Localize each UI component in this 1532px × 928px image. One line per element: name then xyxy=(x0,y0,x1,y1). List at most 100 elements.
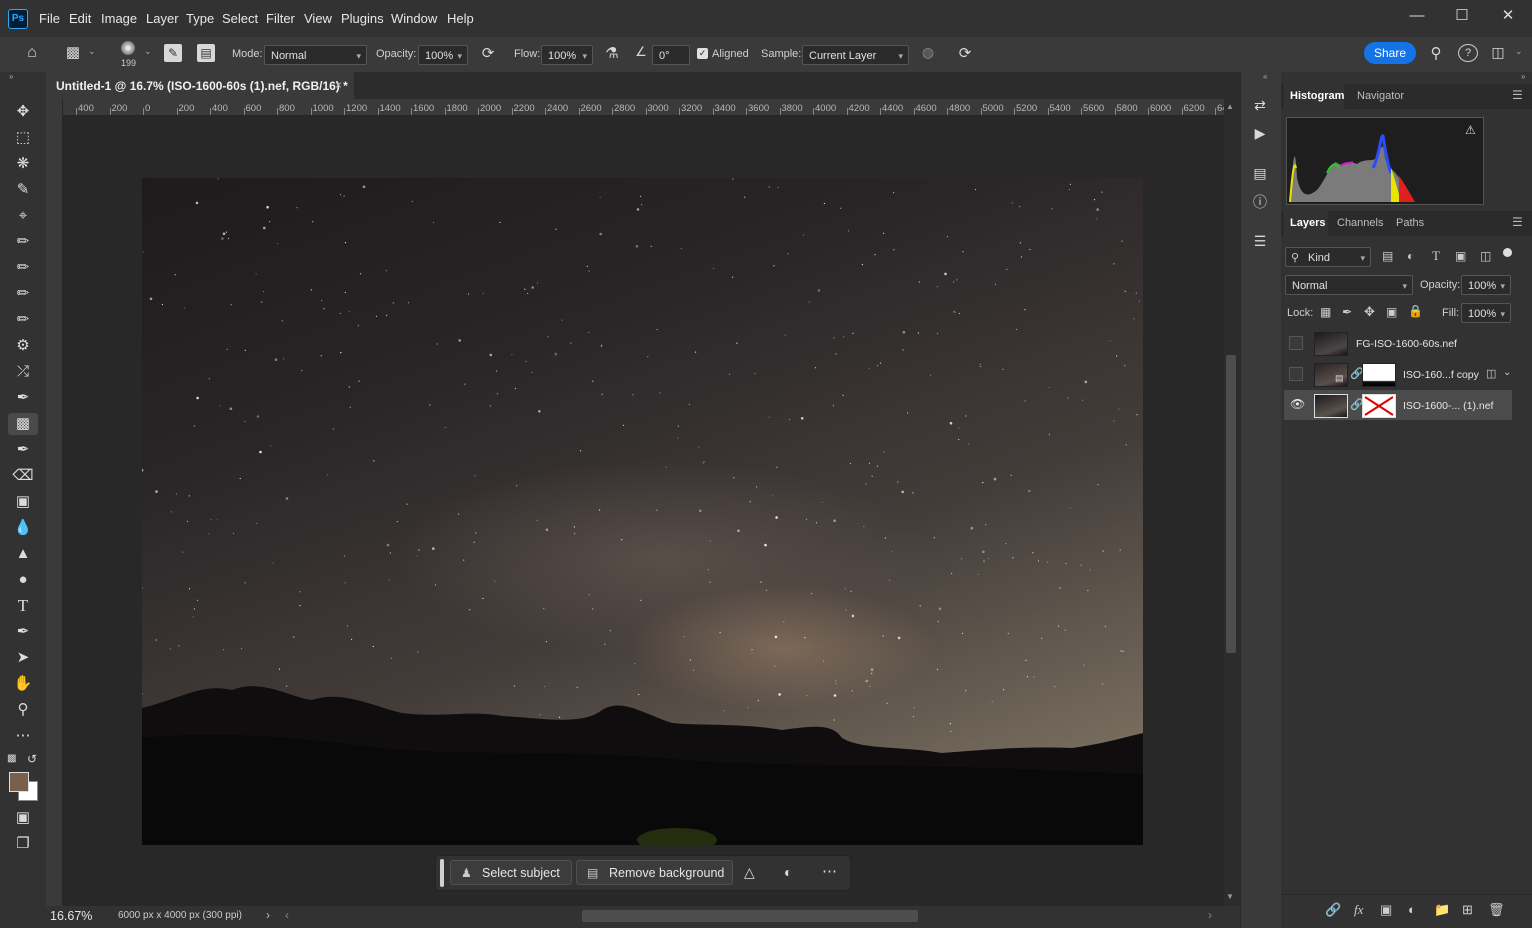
spot-healing-tool-icon[interactable]: ✏ xyxy=(8,257,38,279)
brush-tip-icon[interactable] xyxy=(121,41,135,55)
scroll-up-icon[interactable]: ▲ xyxy=(1226,102,1234,111)
layer-mask-thumbnail[interactable] xyxy=(1362,363,1396,387)
status-menu-chevron-icon[interactable]: › xyxy=(266,908,270,922)
properties-panel-icon[interactable]: ☰ xyxy=(1248,230,1272,252)
foreground-color-swatch[interactable] xyxy=(9,772,29,792)
object-selection-tool-icon[interactable]: ✎ xyxy=(8,179,38,201)
collapse-panels-icon[interactable]: » xyxy=(1521,72,1525,81)
expand-dock-icon[interactable]: « xyxy=(1263,72,1267,81)
blur-tool-icon[interactable]: 💧 xyxy=(8,517,38,539)
delete-layer-icon[interactable]: 🗑 xyxy=(1488,902,1505,918)
zoom-tool-icon[interactable]: ⚲ xyxy=(8,699,38,721)
hand-tool-icon[interactable]: ✋ xyxy=(8,673,38,695)
maximize-icon[interactable]: ☐ xyxy=(1447,6,1477,26)
transform-tool-icon[interactable]: ⤮ xyxy=(8,361,38,383)
workspace-icon[interactable]: ◫ xyxy=(1488,44,1508,61)
menu-window[interactable]: Window xyxy=(391,11,437,26)
lock-image-icon[interactable]: ✒ xyxy=(1342,305,1352,319)
menu-edit[interactable]: Edit xyxy=(69,11,91,26)
close-window-icon[interactable]: ✕ xyxy=(1493,6,1523,26)
ignore-adjustment-layers-icon[interactable]: ◍ xyxy=(918,44,938,61)
patch-tool-icon[interactable]: ✏ xyxy=(8,309,38,331)
pressure-opacity-icon[interactable]: ⟳ xyxy=(478,44,498,62)
layer-row[interactable]: ▤ 🔗 ISO-160...f copy ◫ ⌄ xyxy=(1284,359,1512,389)
aligned-checkbox[interactable]: ✓ xyxy=(697,48,708,59)
milky-way-photo[interactable] xyxy=(142,178,1143,845)
lock-transparent-icon[interactable]: ▦ xyxy=(1320,305,1331,319)
menu-plugins[interactable]: Plugins xyxy=(341,11,384,26)
lock-all-icon[interactable]: 🔒 xyxy=(1408,304,1423,318)
history-panel-icon[interactable]: ⇄ xyxy=(1248,94,1272,116)
type-tool-icon[interactable]: T xyxy=(8,595,38,617)
history-brush-tool-icon[interactable]: ✒ xyxy=(8,439,38,461)
home-icon[interactable]: ⌂ xyxy=(20,44,44,64)
swap-colors-icon[interactable]: ↺ xyxy=(27,752,37,766)
zoom-level[interactable]: 16.67% xyxy=(50,909,92,923)
menu-type[interactable]: Type xyxy=(186,11,214,26)
layer-filter-dropdown[interactable]: ⚲ Kind ▾ xyxy=(1285,247,1371,267)
eye-icon[interactable]: 👁 xyxy=(1290,397,1305,411)
scroll-down-icon[interactable]: ▼ xyxy=(1226,892,1234,901)
add-mask-icon[interactable]: ▣ xyxy=(1380,902,1392,918)
quick-mask-icon[interactable]: ▣ xyxy=(8,807,38,829)
menu-filter[interactable]: Filter xyxy=(266,11,295,26)
filter-toggle-icon[interactable] xyxy=(1503,248,1512,257)
new-group-icon[interactable]: 📁 xyxy=(1434,902,1450,918)
healing-brush-tool-icon[interactable]: ✏ xyxy=(8,283,38,305)
new-adjustment-icon[interactable]: ◐ xyxy=(1408,902,1416,917)
angle-field[interactable]: 0° xyxy=(652,45,690,65)
scroll-right-icon[interactable]: › xyxy=(1208,908,1212,922)
brush-settings-icon[interactable]: ✎ xyxy=(164,44,182,62)
filter-smart-object-icon[interactable]: ◫ xyxy=(1480,249,1491,263)
lasso-tool-icon[interactable]: ❋ xyxy=(8,153,38,175)
workspace-chevron-icon[interactable]: ⌄ xyxy=(1515,46,1523,57)
filter-type-icon[interactable]: T xyxy=(1432,248,1440,264)
menu-help[interactable]: Help xyxy=(447,11,474,26)
layer-row[interactable]: FG-ISO-1600-60s.nef xyxy=(1284,328,1512,358)
filter-adjustment-icon[interactable]: ◐ xyxy=(1407,249,1414,263)
warning-icon[interactable]: ⚠ xyxy=(1465,123,1476,137)
clone-source-icon[interactable]: ▤ xyxy=(197,44,215,62)
clone-stamp-preset-icon[interactable]: ▩ xyxy=(62,43,84,63)
pressure-size-icon[interactable]: ⟳ xyxy=(955,44,975,62)
tab-layers[interactable]: Layers xyxy=(1290,217,1325,229)
fill-field[interactable]: 100% ▾ xyxy=(1461,303,1511,323)
help-icon[interactable]: ? xyxy=(1458,44,1478,62)
layer-opacity-field[interactable]: 100% ▾ xyxy=(1461,275,1511,295)
document-tab[interactable]: Untitled-1 @ 16.7% (ISO-1600-60s (1).nef… xyxy=(46,72,355,99)
filter-pixel-icon[interactable]: ▤ xyxy=(1382,249,1393,263)
libraries-panel-icon[interactable]: ▤ xyxy=(1248,162,1272,184)
layer-name[interactable]: ISO-1600-... (1).nef xyxy=(1403,400,1493,412)
layer-name[interactable]: ISO-160...f copy xyxy=(1403,369,1479,381)
clone-stamp-tool-icon[interactable]: ▩ xyxy=(8,413,38,435)
actions-play-icon[interactable]: ▶ xyxy=(1248,122,1272,144)
brush-picker-chevron-icon[interactable]: ⌄ xyxy=(144,46,152,57)
menu-view[interactable]: View xyxy=(304,11,332,26)
menu-image[interactable]: Image xyxy=(101,11,137,26)
layer-visibility-toggle[interactable] xyxy=(1289,336,1303,350)
fx-icon[interactable]: fx xyxy=(1354,902,1363,918)
sample-dropdown[interactable]: Current Layer ▾ xyxy=(802,45,909,65)
minimize-icon[interactable]: — xyxy=(1402,6,1432,26)
content-aware-tool-icon[interactable]: ⚙ xyxy=(8,335,38,357)
adjustment-icon[interactable]: ◐ xyxy=(784,864,792,880)
layers-menu-icon[interactable]: ☰ xyxy=(1512,215,1523,229)
search-icon[interactable]: ⚲ xyxy=(1426,44,1446,62)
tab-histogram[interactable]: Histogram xyxy=(1290,90,1344,102)
share-button[interactable]: Share xyxy=(1364,42,1416,64)
menu-select[interactable]: Select xyxy=(222,11,258,26)
sponge-tool-icon[interactable]: ● xyxy=(8,569,38,591)
eyedropper-tool-icon[interactable]: ✏ xyxy=(8,231,38,253)
tab-channels[interactable]: Channels xyxy=(1337,217,1383,229)
menu-layer[interactable]: Layer xyxy=(146,11,179,26)
transform-icon[interactable]: △ xyxy=(744,864,755,881)
blend-mode-dropdown[interactable]: Normal ▾ xyxy=(1285,275,1413,295)
airbrush-icon[interactable]: ⚗ xyxy=(602,44,622,62)
more-tools-icon[interactable]: ⋯ xyxy=(8,725,38,747)
tab-navigator[interactable]: Navigator xyxy=(1357,90,1404,102)
layer-name[interactable]: FG-ISO-1600-60s.nef xyxy=(1356,338,1457,350)
flow-field[interactable]: 100% ▾ xyxy=(541,45,593,65)
tab-paths[interactable]: Paths xyxy=(1396,217,1424,229)
gradient-tool-icon[interactable]: ▣ xyxy=(8,491,38,513)
info-panel-icon[interactable]: ⓘ xyxy=(1248,191,1272,213)
